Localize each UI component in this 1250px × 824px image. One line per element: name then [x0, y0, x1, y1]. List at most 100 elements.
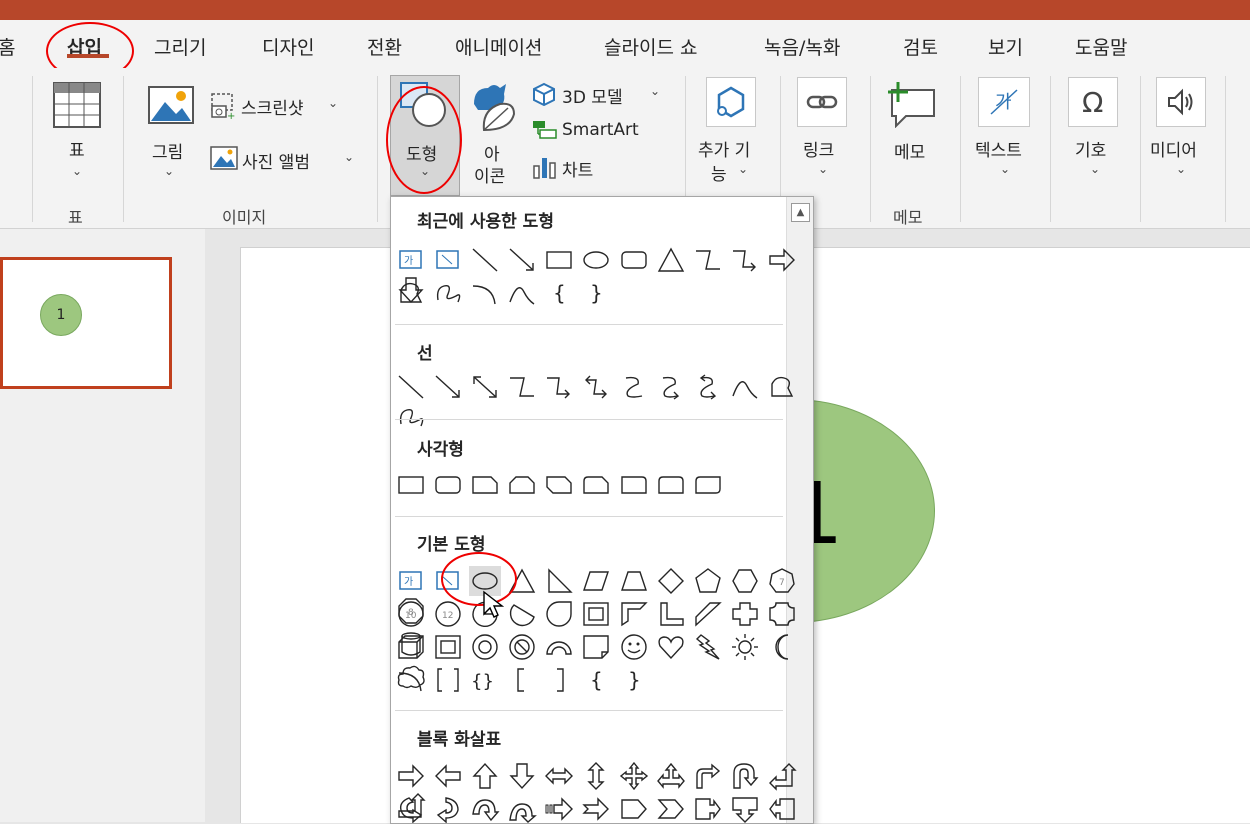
scribble-shape[interactable] — [432, 278, 464, 308]
elbow-connector-shape[interactable] — [692, 245, 724, 275]
rectangle-shape[interactable] — [395, 470, 427, 500]
gallery-scrollbar[interactable]: ▲ — [786, 197, 813, 823]
arrow-line-shape[interactable] — [506, 245, 538, 275]
tab-draw[interactable]: 그리기 — [154, 33, 206, 60]
elbow-double-arrow-connector-shape[interactable] — [580, 372, 612, 402]
up-down-arrow-shape[interactable] — [580, 761, 612, 791]
tab-review[interactable]: 검토 — [903, 33, 938, 60]
moon-shape[interactable] — [766, 632, 798, 662]
frame-shape[interactable] — [580, 599, 612, 629]
left-brace-shape[interactable]: { — [580, 665, 612, 695]
scribble-shape[interactable] — [395, 402, 427, 432]
line-shape[interactable] — [395, 372, 427, 402]
round-diagonal-rectangle-shape[interactable] — [692, 470, 724, 500]
chord-shape[interactable] — [506, 599, 538, 629]
arc-shape[interactable] — [395, 665, 427, 695]
tab-animations[interactable]: 애니메이션 — [455, 33, 542, 60]
diagonal-stripe-shape[interactable] — [692, 599, 724, 629]
right-arrow-shape[interactable] — [395, 761, 427, 791]
curve-shape[interactable] — [729, 372, 761, 402]
left-right-up-arrow-shape[interactable] — [655, 761, 687, 791]
cube-shape[interactable] — [395, 632, 427, 662]
single-corner-snipped-rectangle-shape[interactable] — [469, 470, 501, 500]
no-symbol-shape[interactable] — [506, 632, 538, 662]
heptagon-shape[interactable]: 7 — [766, 566, 798, 596]
left-arrow-shape[interactable] — [432, 761, 464, 791]
double-brace-shape[interactable]: {} — [469, 665, 501, 695]
arrow-line-shape[interactable] — [432, 372, 464, 402]
down-arrow-shape[interactable] — [506, 761, 538, 791]
tab-view[interactable]: 보기 — [988, 33, 1023, 60]
curved-connector-shape[interactable] — [618, 372, 650, 402]
donut-shape[interactable] — [469, 632, 501, 662]
smiley-face-shape[interactable] — [618, 632, 650, 662]
vertical-textbox-shape[interactable] — [432, 245, 464, 275]
oval-shape[interactable] — [580, 245, 612, 275]
left-arrow-callout-shape[interactable] — [766, 794, 798, 823]
right-brace-shape[interactable]: } — [618, 665, 650, 695]
curved-right-arrow-shape[interactable] — [395, 794, 427, 823]
l-shape[interactable] — [655, 599, 687, 629]
left-right-arrow-shape[interactable] — [543, 761, 575, 791]
scroll-up-icon[interactable]: ▲ — [791, 203, 810, 222]
folded-corner-shape[interactable] — [580, 632, 612, 662]
round-single-corner-rectangle-shape[interactable] — [618, 470, 650, 500]
dodecagon-shape[interactable]: 12 — [432, 599, 464, 629]
quad-arrow-shape[interactable] — [618, 761, 650, 791]
right-bracket-shape[interactable] — [543, 665, 575, 695]
rounded-rectangle-shape[interactable] — [618, 245, 650, 275]
left-up-arrow-shape[interactable] — [766, 761, 798, 791]
curved-double-arrow-connector-shape[interactable] — [692, 372, 724, 402]
plaque-shape[interactable] — [766, 599, 798, 629]
elbow-arrow-connector-shape[interactable] — [729, 245, 761, 275]
tab-design[interactable]: 디자인 — [262, 33, 314, 60]
round-same-side-rectangle-shape[interactable] — [655, 470, 687, 500]
line-shape[interactable] — [469, 245, 501, 275]
block-arc-shape[interactable] — [543, 632, 575, 662]
half-frame-shape[interactable] — [618, 599, 650, 629]
curved-left-arrow-shape[interactable] — [432, 794, 464, 823]
tab-slideshow[interactable]: 슬라이드 쇼 — [604, 33, 697, 60]
curved-down-arrow-shape[interactable] — [506, 794, 538, 823]
right-arrow-shape[interactable] — [766, 245, 798, 275]
pentagon-shape[interactable] — [692, 566, 724, 596]
striped-right-arrow-shape[interactable] — [543, 794, 575, 823]
left-brace-shape[interactable]: { — [543, 278, 575, 308]
snip-round-rectangle-shape[interactable] — [580, 470, 612, 500]
freeform-shape[interactable] — [766, 372, 798, 402]
tab-help[interactable]: 도움말 — [1075, 33, 1127, 60]
bevel-shape[interactable] — [432, 632, 464, 662]
sun-shape[interactable] — [729, 632, 761, 662]
rounded-rectangle-shape[interactable] — [432, 470, 464, 500]
curved-up-arrow-shape[interactable] — [469, 794, 501, 823]
down-arrow-callout-shape[interactable] — [729, 794, 761, 823]
tab-transitions[interactable]: 전환 — [367, 33, 402, 60]
u-turn-arrow-shape[interactable] — [729, 761, 761, 791]
diamond-shape[interactable] — [655, 566, 687, 596]
right-brace-shape[interactable]: } — [580, 278, 612, 308]
bent-arrow-shape[interactable] — [692, 761, 724, 791]
double-bracket-shape[interactable] — [432, 665, 464, 695]
lightning-bolt-shape[interactable] — [692, 632, 724, 662]
curve-shape[interactable] — [506, 278, 538, 308]
chevron-shape[interactable] — [655, 794, 687, 823]
double-arrow-line-shape[interactable] — [469, 372, 501, 402]
right-triangle-shape[interactable] — [543, 566, 575, 596]
arc-shape[interactable] — [469, 278, 501, 308]
decagon-shape[interactable]: 10 — [395, 599, 427, 629]
left-bracket-shape[interactable] — [506, 665, 538, 695]
rectangle-shape[interactable] — [543, 245, 575, 275]
up-arrow-shape[interactable] — [469, 761, 501, 791]
elbow-connector-shape[interactable] — [506, 372, 538, 402]
slide-thumbnail[interactable]: 1 — [0, 257, 172, 389]
elbow-arrow-connector-shape[interactable] — [543, 372, 575, 402]
textbox-shape[interactable]: 가 — [395, 245, 427, 275]
diagonal-snipped-rectangle-shape[interactable] — [543, 470, 575, 500]
tab-home[interactable]: 홈 — [0, 33, 15, 60]
trapezoid-shape[interactable] — [618, 566, 650, 596]
textbox-shape[interactable]: 가 — [395, 566, 427, 596]
tab-record[interactable]: 녹음/녹화 — [764, 33, 840, 60]
triangle-shape[interactable] — [655, 245, 687, 275]
heart-shape[interactable] — [655, 632, 687, 662]
pentagon-arrow-shape[interactable] — [618, 794, 650, 823]
